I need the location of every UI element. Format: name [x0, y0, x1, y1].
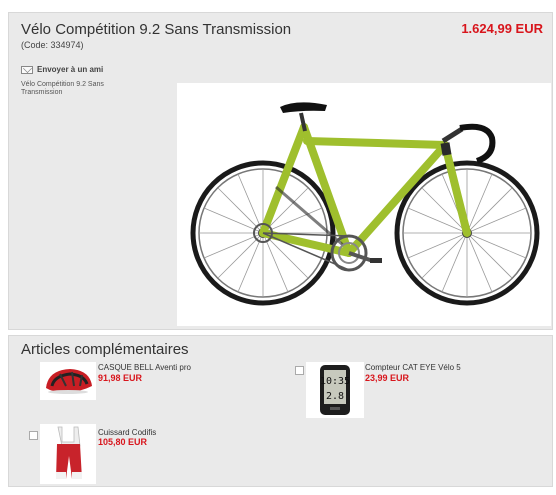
image-caption: Vélo Compétition 9.2 Sans Transmission — [21, 81, 104, 96]
cycle-computer-thumbnail[interactable]: 10:35 2.8 — [306, 362, 364, 418]
item-name[interactable]: Cuissard Codifis — [98, 428, 156, 437]
item-checkbox[interactable] — [29, 431, 38, 440]
envelope-icon — [21, 65, 33, 74]
complementary-articles-panel: Articles complémentaires CASQUE BELL Ave… — [8, 335, 553, 487]
bicycle-image — [190, 102, 540, 306]
product-image[interactable] — [177, 83, 551, 326]
complementary-heading: Articles complémentaires — [21, 341, 189, 358]
send-to-friend-link[interactable]: Envoyer à un ami — [21, 65, 103, 74]
send-to-friend-label: Envoyer à un ami — [37, 65, 104, 74]
item-price: 91,98 EUR — [98, 373, 143, 383]
item-name[interactable]: Compteur CAT EYE Vélo 5 — [365, 363, 461, 372]
item-name[interactable]: CASQUE BELL Aventi pro — [98, 363, 191, 372]
cycling-shorts-thumbnail[interactable] — [40, 424, 96, 484]
helmet-thumbnail[interactable] — [40, 362, 96, 400]
item-checkbox[interactable] — [295, 366, 304, 375]
product-price: 1.624,99 EUR — [461, 21, 543, 36]
product-title: Vélo Compétition 9.2 Sans Transmission — [21, 21, 292, 38]
item-price: 23,99 EUR — [365, 373, 410, 383]
product-panel: Vélo Compétition 9.2 Sans Transmission (… — [8, 12, 553, 330]
item-price: 105,80 EUR — [98, 437, 148, 447]
cycle-computer-icon: 10:35 2.8 — [320, 365, 350, 415]
computer-screen-speed: 2.8 — [326, 391, 344, 402]
cycling-shorts-icon — [56, 426, 82, 479]
product-code: (Code: 334974) — [21, 40, 84, 50]
helmet-icon — [46, 369, 92, 394]
computer-screen-time: 10:35 — [320, 376, 350, 387]
